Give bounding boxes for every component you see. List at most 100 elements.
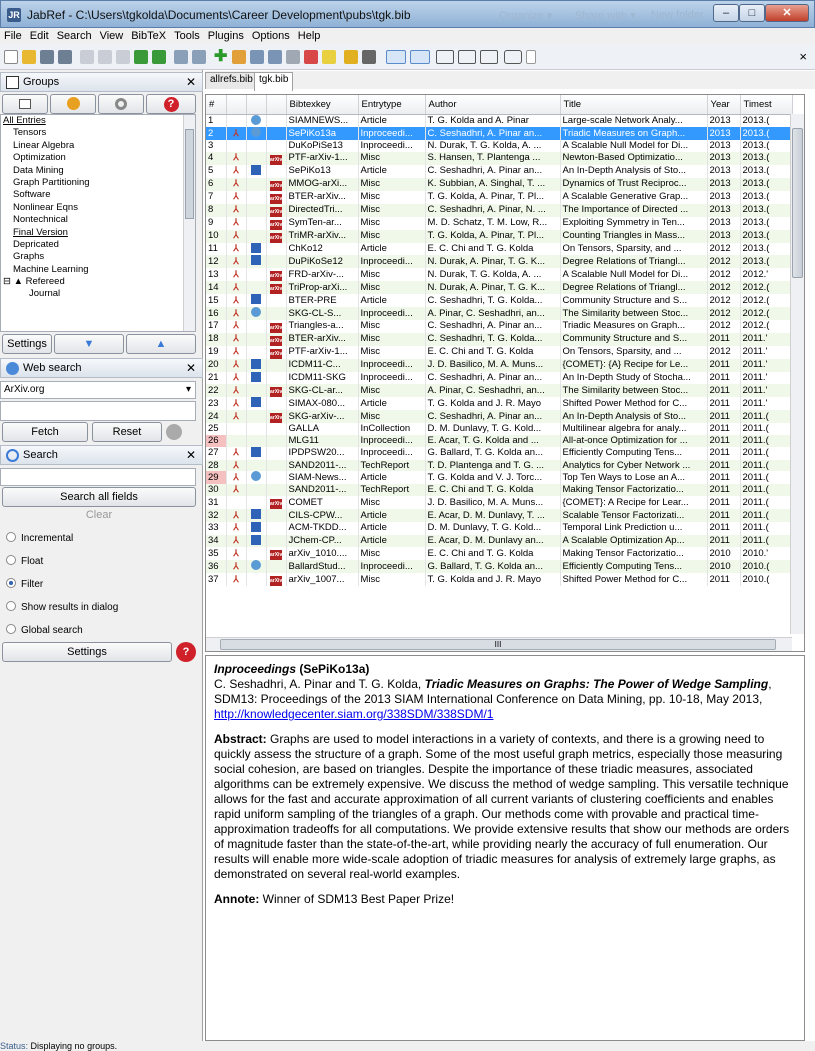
cleanup-icon[interactable]: [286, 50, 300, 64]
pdf-icon[interactable]: ⅄: [232, 372, 240, 382]
table-row[interactable]: 13 ⅄ arXiv FRD-arXiv-... Misc N. Durak, T. G.…: [206, 268, 793, 282]
web-search-input[interactable]: [0, 401, 196, 421]
close-web-search-icon[interactable]: ✕: [186, 361, 196, 375]
menu-help[interactable]: Help: [294, 28, 325, 42]
table-row[interactable]: 29 ⅄ SIAM-News... Article T. G. Kolda and V.…: [206, 471, 793, 485]
table-row[interactable]: 24 ⅄ arXiv SKG-arXiv-... Misc C. Seshadhri, A…: [206, 410, 793, 424]
table-row[interactable]: 15 ⅄ BTER-PRE Article C. Seshadhri, T. G. Ko…: [206, 294, 793, 308]
groups-toggle-icon[interactable]: [410, 50, 430, 64]
copy-icon[interactable]: [98, 50, 112, 64]
table-row[interactable]: 6 ⅄ arXiv MMOG-arXi... Misc K. Subbian, A. Si…: [206, 177, 793, 191]
arxiv-icon[interactable]: arXiv: [270, 348, 282, 359]
arxiv-icon[interactable]: arXiv: [270, 180, 282, 191]
groups-scroll-thumb[interactable]: [185, 129, 194, 219]
doi-icon[interactable]: [251, 397, 261, 408]
url-globe-icon[interactable]: [251, 127, 261, 138]
doi-icon[interactable]: [251, 358, 261, 369]
preview-toggle-icon[interactable]: [436, 50, 454, 64]
table-row[interactable]: 10 ⅄ arXiv TriMR-arXiv... Misc T. G. Kolda, A…: [206, 229, 793, 243]
table-row[interactable]: 2 ⅄ SePiKo13a Inproceedi... C. Seshadhri, A.…: [206, 127, 793, 141]
layout-icon[interactable]: [458, 50, 476, 64]
group-nontechnical[interactable]: Nontechnical: [1, 214, 195, 226]
web-search-source-select[interactable]: ArXiv.org ▾: [0, 381, 196, 399]
pdf-icon[interactable]: ⅄: [232, 282, 240, 292]
arxiv-icon[interactable]: arXiv: [270, 413, 282, 424]
table-row[interactable]: 5 ⅄ SePiKo13 Article C. Seshadhri, A. Pinar …: [206, 164, 793, 178]
group-nonlinear-eqns[interactable]: Nonlinear Eqns: [1, 202, 195, 214]
radio-global-search[interactable]: Global search: [6, 624, 83, 636]
undo-icon[interactable]: [134, 50, 148, 64]
col-title[interactable]: Title: [560, 95, 708, 115]
arxiv-icon[interactable]: arXiv: [270, 335, 282, 346]
move-up-button[interactable]: ▲: [126, 334, 196, 354]
arxiv-icon[interactable]: arXiv: [270, 576, 282, 587]
table-vertical-scrollbar[interactable]: [790, 114, 804, 634]
fetch-button[interactable]: Fetch: [2, 422, 88, 442]
table-row[interactable]: 7 ⅄ arXiv BTER-arXiv... Misc T. G. Kolda, A. …: [206, 190, 793, 204]
edit-strings-icon[interactable]: [250, 50, 264, 64]
menu-search[interactable]: Search: [53, 28, 96, 42]
col-year[interactable]: Year: [707, 95, 741, 115]
table-row[interactable]: 3 DuKoPiSe13 Inproceedi... N. Durak, T. G. …: [206, 140, 793, 152]
col-url[interactable]: [246, 95, 267, 115]
col-pdf[interactable]: [226, 95, 247, 115]
search-settings-button[interactable]: Settings: [2, 642, 172, 662]
window-icon[interactable]: [480, 50, 498, 64]
pdf-icon[interactable]: ⅄: [232, 359, 240, 369]
minimize-button[interactable]: –: [713, 4, 739, 22]
save-icon[interactable]: [40, 50, 54, 64]
search-input[interactable]: [0, 468, 196, 486]
group-graph-partitioning[interactable]: Graph Partitioning: [1, 177, 195, 189]
group-linear-algebra[interactable]: Linear Algebra: [1, 140, 195, 152]
table-row[interactable]: 37 ⅄ arXiv arXiv_1007... Misc T. G. Kolda and…: [206, 573, 793, 587]
table-row[interactable]: 11 ⅄ ChKo12 Article E. C. Chi and T. G. Kold…: [206, 242, 793, 256]
arxiv-icon[interactable]: arXiv: [270, 219, 282, 230]
pdf-icon[interactable]: ⅄: [232, 411, 240, 421]
new-database-icon[interactable]: [4, 50, 18, 64]
group-final-version[interactable]: Final Version: [1, 227, 195, 239]
pdf-icon[interactable]: ⅄: [232, 204, 240, 214]
new-group-button[interactable]: [2, 94, 48, 114]
add-entry-icon[interactable]: ✚: [214, 49, 228, 65]
table-row[interactable]: 14 ⅄ arXiv TriProp-arXi... Misc N. Durak, A. …: [206, 281, 793, 295]
pdf-icon[interactable]: ⅄: [232, 269, 240, 279]
menu-edit[interactable]: Edit: [26, 28, 53, 42]
pdf-icon[interactable]: ⅄: [232, 510, 240, 520]
table-row[interactable]: 21 ⅄ ICDM11-SKG Inproceedi... C. Seshadhri, …: [206, 371, 793, 385]
search-help-icon[interactable]: ?: [176, 642, 196, 662]
pdf-icon[interactable]: ⅄: [232, 484, 240, 494]
pdf-icon[interactable]: ⅄: [232, 561, 240, 571]
edit-entry-icon[interactable]: [232, 50, 246, 64]
pdf-icon[interactable]: ⅄: [232, 535, 240, 545]
pdf-icon[interactable]: ⅄: [232, 152, 240, 162]
tab-allrefs[interactable]: allrefs.bib: [205, 72, 258, 89]
tab-tgk[interactable]: tgk.bib: [254, 72, 294, 91]
groups-settings-button[interactable]: Settings: [2, 334, 52, 354]
table-row[interactable]: 16 ⅄ SKG-CL-S... Inproceedi... A. Pinar, C. …: [206, 307, 793, 320]
arxiv-icon[interactable]: arXiv: [270, 387, 282, 398]
pdf-icon[interactable]: ⅄: [232, 295, 240, 305]
back-icon[interactable]: [174, 50, 188, 64]
arxiv-icon[interactable]: arXiv: [270, 550, 282, 561]
col-bibtexkey[interactable]: Bibtexkey: [286, 95, 359, 115]
doi-icon[interactable]: [251, 509, 261, 520]
url-globe-icon[interactable]: [251, 114, 261, 125]
file-icon[interactable]: [526, 50, 536, 64]
redo-icon[interactable]: [152, 50, 166, 64]
arxiv-icon[interactable]: arXiv: [270, 499, 282, 510]
doi-icon[interactable]: [251, 534, 261, 545]
group-journal[interactable]: Journal: [1, 288, 195, 300]
pdf-icon[interactable]: ⅄: [232, 256, 240, 266]
groups-help-button[interactable]: ?: [146, 94, 196, 114]
mark-entries-icon[interactable]: [304, 50, 318, 64]
paste-icon[interactable]: [116, 50, 130, 64]
table-row[interactable]: 27 ⅄ IPDPSW20... Inproceedi... G. Ballard, T…: [206, 446, 793, 460]
table-horizontal-scrollbar[interactable]: III: [206, 637, 792, 651]
clear-button[interactable]: Clear: [2, 509, 196, 523]
menu-tools[interactable]: Tools: [170, 28, 204, 42]
doi-icon[interactable]: [251, 255, 261, 266]
radio-show-results[interactable]: Show results in dialog: [6, 601, 118, 613]
doi-icon[interactable]: [251, 371, 261, 382]
col-author[interactable]: Author: [425, 95, 561, 115]
close-database-icon[interactable]: ×: [799, 49, 807, 64]
